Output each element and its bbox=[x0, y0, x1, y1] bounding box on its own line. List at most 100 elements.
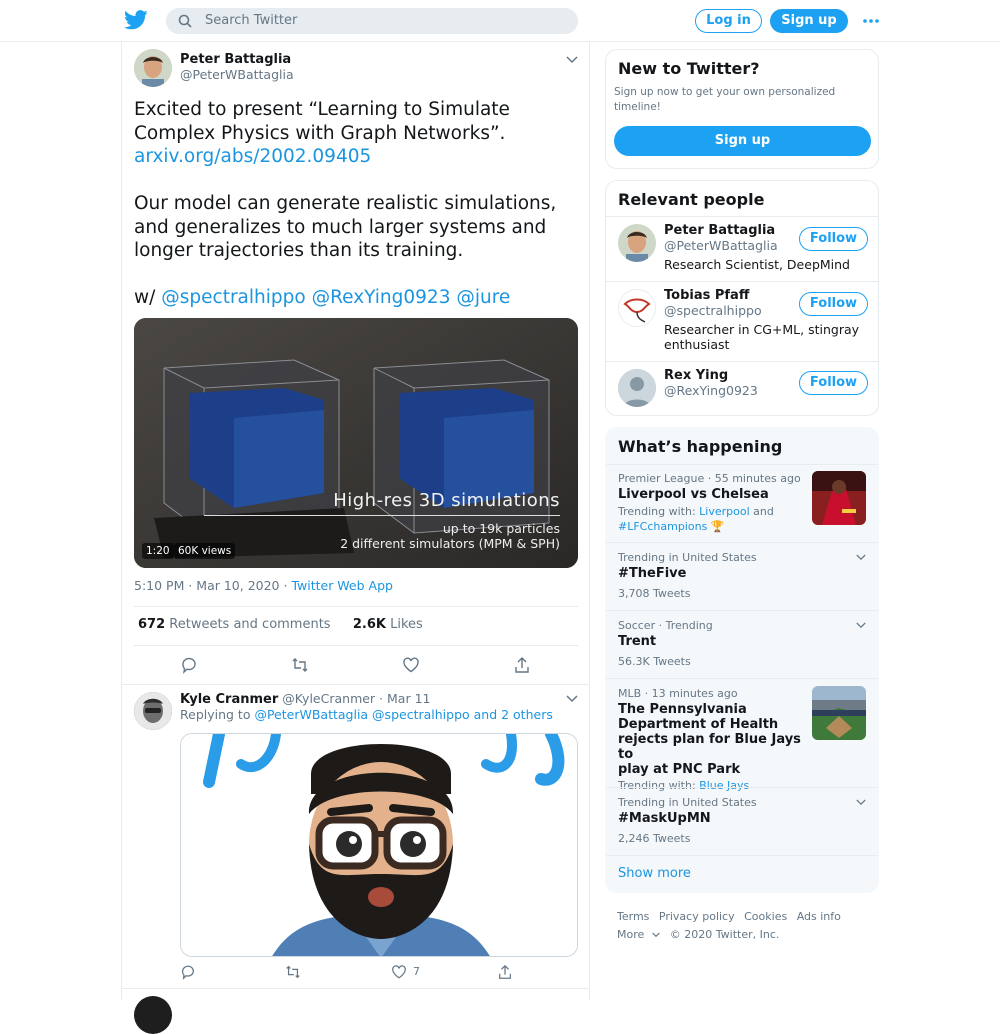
divider bbox=[606, 464, 878, 465]
share-icon[interactable] bbox=[513, 656, 531, 674]
like-count[interactable]: 2.6K bbox=[353, 617, 386, 632]
video-caption-2: 2 different simulators (MPM & SPH) bbox=[340, 536, 560, 551]
retweet-icon[interactable] bbox=[291, 656, 309, 674]
trend-title[interactable]: Liverpool vs Chelsea bbox=[618, 487, 808, 502]
trending-with-prefix: Trending with: bbox=[618, 779, 696, 792]
follow-button[interactable]: Follow bbox=[799, 292, 868, 316]
trend-title[interactable]: The Pennsylvania Department of Health re… bbox=[618, 702, 808, 777]
reply-date[interactable]: · Mar 11 bbox=[379, 691, 430, 706]
bitmoji-image bbox=[181, 734, 577, 956]
avatar[interactable] bbox=[618, 369, 656, 407]
sidebar-signup-button[interactable]: Sign up bbox=[614, 126, 871, 156]
avatar[interactable] bbox=[134, 692, 172, 730]
default-avatar-icon bbox=[618, 369, 656, 407]
chevron-down-icon[interactable] bbox=[566, 695, 578, 703]
chevron-down-icon[interactable] bbox=[856, 554, 866, 561]
avatar[interactable] bbox=[618, 224, 656, 262]
reply-author-name[interactable]: Kyle Cranmer bbox=[180, 692, 278, 707]
reply-like-count: 7 bbox=[413, 965, 420, 978]
reply-image[interactable] bbox=[180, 733, 578, 957]
footer-link-terms[interactable]: Terms bbox=[617, 910, 649, 923]
tweet-timestamp[interactable]: 5:10 PM · Mar 10, 2020 bbox=[134, 578, 280, 593]
like-icon[interactable] bbox=[391, 964, 407, 980]
avatar[interactable] bbox=[618, 289, 656, 327]
share-icon[interactable] bbox=[497, 964, 513, 980]
video-player[interactable]: High-res 3D simulations up to 19k partic… bbox=[134, 318, 578, 568]
trend-title-line: rejects plan for Blue Jays to bbox=[618, 732, 801, 762]
chevron-down-icon[interactable] bbox=[856, 622, 866, 629]
avatar[interactable] bbox=[134, 996, 172, 1034]
tweet-stats: 672 Retweets and comments 2.6K Likes bbox=[138, 617, 423, 632]
trending-link[interactable]: Liverpool bbox=[699, 505, 749, 518]
person-name[interactable]: Rex Ying bbox=[664, 368, 728, 383]
signup-button[interactable]: Sign up bbox=[770, 9, 848, 33]
footer-link-ads[interactable]: Ads info bbox=[797, 910, 841, 923]
trend-title-line: Department of Health bbox=[618, 717, 779, 732]
trend-title[interactable]: #TheFive bbox=[618, 566, 757, 581]
trend-title[interactable]: #MaskUpMN bbox=[618, 811, 757, 826]
person-handle[interactable]: @RexYing0923 bbox=[664, 383, 758, 398]
mention-link[interactable]: @jure bbox=[456, 287, 510, 308]
search-input[interactable]: Search Twitter bbox=[166, 8, 578, 34]
whats-happening-card: What’s happening Premier League · 55 min… bbox=[605, 427, 879, 893]
main-timeline: Peter Battaglia @PeterWBattaglia Excited… bbox=[121, 42, 590, 1034]
like-label[interactable]: Likes bbox=[390, 617, 423, 632]
person-name[interactable]: Tobias Pfaff bbox=[664, 288, 749, 303]
chevron-down-icon bbox=[652, 932, 661, 938]
retweet-label[interactable]: Retweets and comments bbox=[169, 617, 330, 632]
author-handle[interactable]: @PeterWBattaglia bbox=[180, 67, 294, 82]
reply-icon[interactable] bbox=[180, 964, 196, 980]
trend-item[interactable]: Trending in United States #MaskUpMN 2,24… bbox=[618, 796, 757, 845]
tweet-source-link[interactable]: Twitter Web App bbox=[291, 578, 393, 593]
mention-link[interactable]: @spectralhippo bbox=[161, 287, 305, 308]
trending-link[interactable]: #LFCchampions 🏆 bbox=[618, 520, 725, 533]
follow-button[interactable]: Follow bbox=[799, 227, 868, 251]
reply-icon[interactable] bbox=[180, 656, 198, 674]
bio-line: enthusiast bbox=[664, 337, 730, 352]
replying-to-links[interactable]: @PeterWBattaglia @spectralhippo and 2 ot… bbox=[254, 707, 552, 722]
person-bio: Researcher in CG+ML, stingray enthusiast bbox=[664, 322, 859, 352]
trending-and: and bbox=[753, 505, 774, 518]
person-handle[interactable]: @spectralhippo bbox=[664, 303, 762, 318]
person-bio: Research Scientist, DeepMind bbox=[664, 257, 850, 272]
like-icon[interactable] bbox=[402, 656, 420, 674]
author-name[interactable]: Peter Battaglia bbox=[180, 52, 291, 67]
chevron-down-icon[interactable] bbox=[856, 799, 866, 806]
video-title: High-res 3D simulations bbox=[333, 490, 560, 511]
football-thumbnail-image bbox=[812, 471, 866, 525]
reply-author-handle[interactable]: @KyleCranmer bbox=[282, 691, 375, 706]
tweet-meta: 5:10 PM · Mar 10, 2020 · Twitter Web App bbox=[134, 578, 393, 593]
avatar[interactable] bbox=[134, 49, 172, 87]
footer-link-cookies[interactable]: Cookies bbox=[744, 910, 787, 923]
trend-item[interactable]: MLB · 13 minutes ago The Pennsylvania De… bbox=[618, 687, 808, 792]
divider bbox=[134, 645, 578, 646]
trending-link[interactable]: Blue Jays bbox=[699, 779, 749, 792]
chevron-down-icon[interactable] bbox=[566, 56, 578, 64]
follow-button[interactable]: Follow bbox=[799, 371, 868, 395]
login-button[interactable]: Log in bbox=[695, 9, 762, 33]
tweet-text-line: and generalizes to much larger systems a… bbox=[134, 216, 547, 238]
trend-thumbnail[interactable] bbox=[812, 686, 866, 740]
reply-header: Kyle Cranmer @KyleCranmer · Mar 11 bbox=[180, 691, 430, 707]
person-handle[interactable]: @PeterWBattaglia bbox=[664, 238, 778, 253]
footer-more-link[interactable]: More bbox=[617, 928, 661, 941]
trend-count: 3,708 Tweets bbox=[618, 587, 691, 600]
trend-item[interactable]: Trending in United States #TheFive 3,708… bbox=[618, 551, 757, 600]
relevant-people-card: Relevant people Peter Battaglia @PeterWB… bbox=[605, 180, 879, 416]
tweet-text: Excited to present “Learning to Simulate… bbox=[134, 98, 574, 310]
person-name[interactable]: Peter Battaglia bbox=[664, 223, 775, 238]
twitter-bird-icon[interactable] bbox=[124, 9, 148, 31]
trend-context: Soccer · Trending bbox=[618, 619, 713, 632]
mention-link[interactable]: @RexYing0923 bbox=[312, 287, 451, 308]
search-icon bbox=[178, 14, 192, 28]
trend-title[interactable]: Trent bbox=[618, 634, 713, 649]
retweet-count[interactable]: 672 bbox=[138, 617, 165, 632]
show-more-link[interactable]: Show more bbox=[618, 866, 691, 881]
trend-item[interactable]: Soccer · Trending Trent 56.3K Tweets bbox=[618, 619, 713, 668]
retweet-icon[interactable] bbox=[285, 964, 301, 980]
footer-link-privacy[interactable]: Privacy policy bbox=[659, 910, 735, 923]
trend-thumbnail[interactable] bbox=[812, 471, 866, 525]
paper-link[interactable]: arxiv.org/abs/2002.09405 bbox=[134, 146, 371, 167]
trend-item[interactable]: Premier League · 55 minutes ago Liverpoo… bbox=[618, 472, 808, 534]
more-options-icon[interactable] bbox=[862, 12, 880, 30]
